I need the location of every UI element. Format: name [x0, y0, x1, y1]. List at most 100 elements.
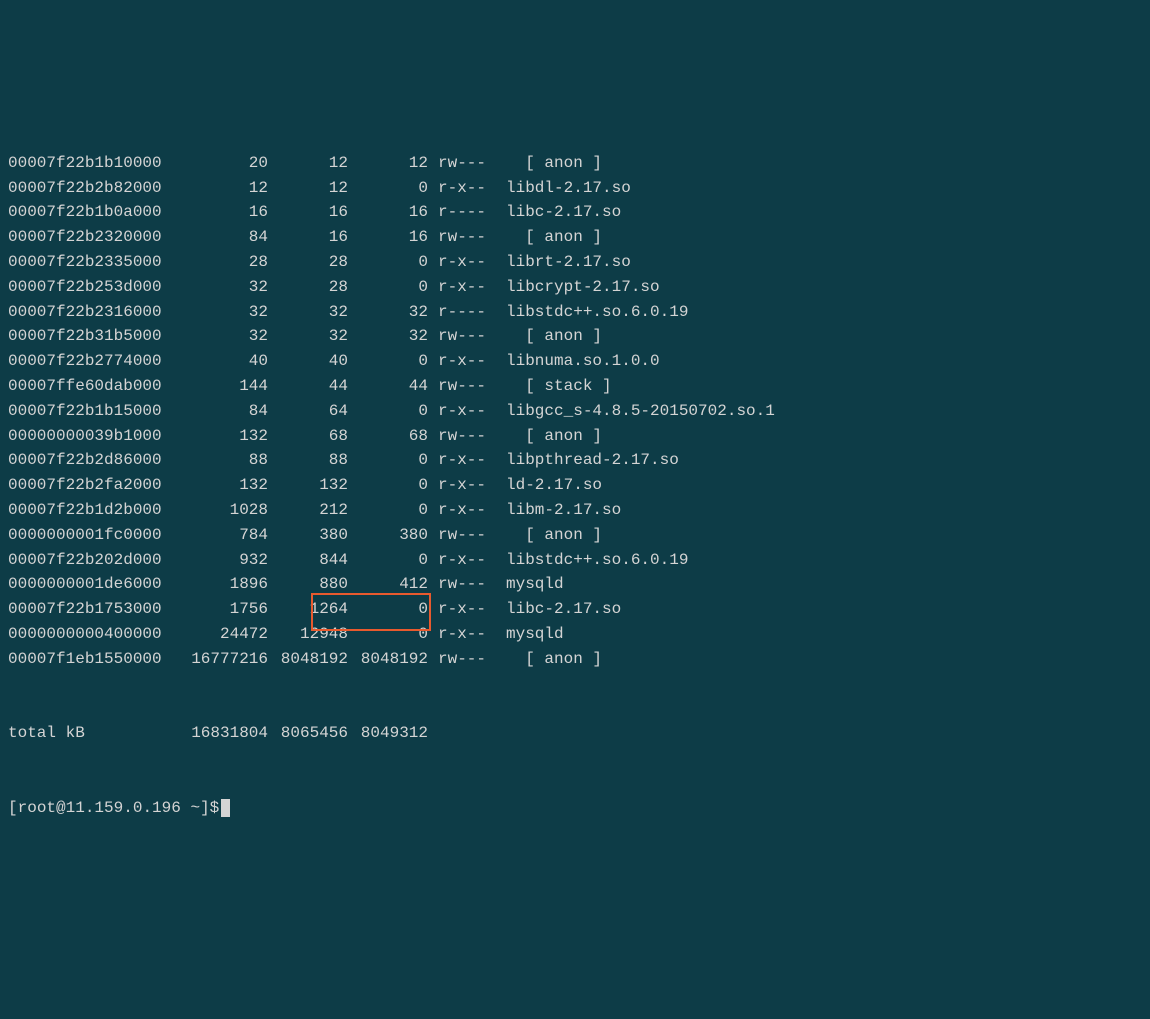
mode-cell: rw---: [428, 523, 496, 548]
dirty-cell: 0: [348, 498, 428, 523]
kbytes-cell: 1896: [178, 572, 268, 597]
address-cell: 00007f22b2335000: [8, 250, 178, 275]
address-cell: 00007f22b2316000: [8, 300, 178, 325]
rss-cell: 212: [268, 498, 348, 523]
dirty-cell: 0: [348, 399, 428, 424]
address-cell: 00007f22b2b82000: [8, 176, 178, 201]
address-cell: 0000000001de6000: [8, 572, 178, 597]
mode-cell: r-x--: [428, 250, 496, 275]
mode-cell: r-x--: [428, 548, 496, 573]
pmap-row: 00007f22b2320000841616rw--- [ anon ]: [8, 225, 1142, 250]
mode-cell: r-x--: [428, 399, 496, 424]
mode-cell: r-x--: [428, 622, 496, 647]
mapping-cell: libgcc_s-4.8.5-20150702.so.1: [496, 399, 775, 424]
mapping-cell: [ anon ]: [496, 151, 602, 176]
rss-cell: 132: [268, 473, 348, 498]
mode-cell: r-x--: [428, 275, 496, 300]
kbytes-cell: 1028: [178, 498, 268, 523]
pmap-row: 00007f22b1d2b00010282120r-x--libm-2.17.s…: [8, 498, 1142, 523]
dirty-cell: 0: [348, 448, 428, 473]
dirty-cell: 8048192: [348, 647, 428, 672]
pmap-row: 00007f22b253d00032280r-x--libcrypt-2.17.…: [8, 275, 1142, 300]
shell-prompt[interactable]: [root@11.159.0.196 ~]$: [8, 796, 1142, 821]
dirty-cell: 32: [348, 300, 428, 325]
dirty-cell: 16: [348, 200, 428, 225]
mode-cell: r-x--: [428, 473, 496, 498]
kbytes-cell: 932: [178, 548, 268, 573]
kbytes-cell: 16: [178, 200, 268, 225]
kbytes-cell: 88: [178, 448, 268, 473]
total-dirty: 8049312: [348, 721, 428, 746]
address-cell: 00000000039b1000: [8, 424, 178, 449]
kbytes-cell: 84: [178, 225, 268, 250]
address-cell: 00007f22b253d000: [8, 275, 178, 300]
kbytes-cell: 1756: [178, 597, 268, 622]
mapping-cell: [ anon ]: [496, 424, 602, 449]
address-cell: 00007f22b202d000: [8, 548, 178, 573]
mapping-cell: libstdc++.so.6.0.19: [496, 300, 688, 325]
mapping-cell: libcrypt-2.17.so: [496, 275, 660, 300]
dirty-cell: 0: [348, 275, 428, 300]
total-label: total kB: [8, 721, 178, 746]
pmap-row: 00007f22b2b8200012120r-x--libdl-2.17.so: [8, 176, 1142, 201]
address-cell: 00007f22b2d86000: [8, 448, 178, 473]
kbytes-cell: 16777216: [178, 647, 268, 672]
rss-cell: 380: [268, 523, 348, 548]
address-cell: 00007f22b1b15000: [8, 399, 178, 424]
mapping-cell: libc-2.17.so: [496, 200, 621, 225]
kbytes-cell: 20: [178, 151, 268, 176]
dirty-cell: 0: [348, 473, 428, 498]
address-cell: 00007f22b2fa2000: [8, 473, 178, 498]
mapping-cell: libc-2.17.so: [496, 597, 621, 622]
rss-cell: 16: [268, 225, 348, 250]
pmap-row: 00007f22b2fa20001321320r-x--ld-2.17.so: [8, 473, 1142, 498]
kbytes-cell: 784: [178, 523, 268, 548]
cursor: [221, 799, 230, 817]
mapping-cell: [ anon ]: [496, 523, 602, 548]
address-cell: 0000000001fc0000: [8, 523, 178, 548]
mapping-cell: libm-2.17.so: [496, 498, 621, 523]
kbytes-cell: 24472: [178, 622, 268, 647]
pmap-row: 00007f1eb15500001677721680481928048192rw…: [8, 647, 1142, 672]
mapping-cell: [ anon ]: [496, 647, 602, 672]
pmap-row: 000000000040000024472129480r-x--mysqld: [8, 622, 1142, 647]
address-cell: 00007f22b2320000: [8, 225, 178, 250]
kbytes-cell: 28: [178, 250, 268, 275]
rss-cell: 40: [268, 349, 348, 374]
rss-cell: 12: [268, 176, 348, 201]
rss-cell: 32: [268, 300, 348, 325]
pmap-row: 00007f22b1753000175612640r-x--libc-2.17.…: [8, 597, 1142, 622]
pmap-row: 00007ffe60dab0001444444rw--- [ stack ]: [8, 374, 1142, 399]
address-cell: 00007f22b1d2b000: [8, 498, 178, 523]
kbytes-cell: 32: [178, 275, 268, 300]
dirty-cell: 0: [348, 176, 428, 201]
pmap-row: 00007f22b2d8600088880r-x--libpthread-2.1…: [8, 448, 1142, 473]
kbytes-cell: 12: [178, 176, 268, 201]
dirty-cell: 68: [348, 424, 428, 449]
mapping-cell: mysqld: [496, 572, 564, 597]
pmap-row: 00007f22b233500028280r-x--librt-2.17.so: [8, 250, 1142, 275]
kbytes-cell: 132: [178, 424, 268, 449]
terminal-output: 00007f22b1b10000201212rw--- [ anon ]0000…: [8, 101, 1142, 895]
pmap-row: 00007f22b1b1500084640r-x--libgcc_s-4.8.5…: [8, 399, 1142, 424]
pmap-row: 0000000001de60001896880412rw---mysqld: [8, 572, 1142, 597]
dirty-cell: 412: [348, 572, 428, 597]
rss-cell: 880: [268, 572, 348, 597]
kbytes-cell: 132: [178, 473, 268, 498]
rss-cell: 28: [268, 250, 348, 275]
rss-cell: 28: [268, 275, 348, 300]
mapping-cell: librt-2.17.so: [496, 250, 631, 275]
dirty-cell: 380: [348, 523, 428, 548]
address-cell: 00007f22b31b5000: [8, 324, 178, 349]
mapping-cell: libnuma.so.1.0.0: [496, 349, 660, 374]
rss-cell: 12: [268, 151, 348, 176]
pmap-row: 00007f22b2316000323232r----libstdc++.so.…: [8, 300, 1142, 325]
mapping-cell: mysqld: [496, 622, 564, 647]
mode-cell: r-x--: [428, 448, 496, 473]
pmap-row: 00007f22b1b0a000161616r----libc-2.17.so: [8, 200, 1142, 225]
dirty-cell: 32: [348, 324, 428, 349]
pmap-row: 00007f22b277400040400r-x--libnuma.so.1.0…: [8, 349, 1142, 374]
mapping-cell: [ stack ]: [496, 374, 612, 399]
mode-cell: rw---: [428, 572, 496, 597]
mode-cell: r-x--: [428, 349, 496, 374]
